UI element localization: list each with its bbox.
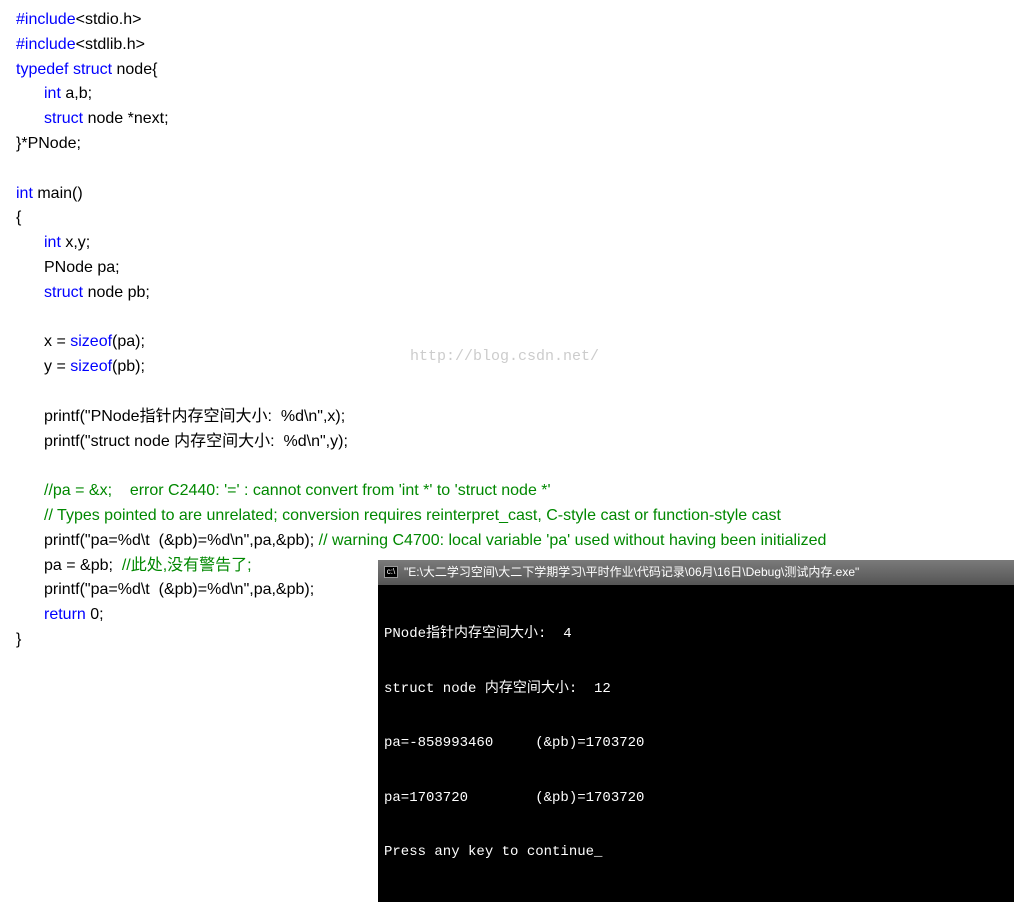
keyword-int: int [44, 234, 61, 251]
header: <stdio.h> [76, 11, 142, 28]
code-line: PNode pa; [16, 256, 998, 281]
text: main() [33, 185, 83, 202]
text: (pb); [112, 358, 145, 375]
cmd-icon: c:\ [384, 566, 398, 578]
comment: //此处,没有警告了; [122, 557, 252, 574]
console-titlebar[interactable]: c:\ "E:\大二学习空间\大二下学期学习\平时作业\代码记录\06月\16日… [378, 560, 1014, 585]
comment: // Types pointed to are unrelated; conve… [44, 507, 781, 524]
console-body: PNode指针内存空间大小: 4 struct node 内存空间大小: 12 … [378, 585, 1014, 902]
console-line: pa=-858993460 (&pb)=1703720 [384, 734, 1008, 752]
code-line: x = sizeof(pa); [16, 330, 998, 355]
code-line: int a,b; [16, 82, 998, 107]
printf-call: printf("pa=%d\t (&pb)=%d\n",pa,&pb); [44, 532, 319, 549]
console-window: c:\ "E:\大二学习空间\大二下学期学习\平时作业\代码记录\06月\16日… [378, 560, 1014, 902]
code-line: }*PNode; [16, 132, 998, 157]
code-line: { [16, 206, 998, 231]
code-line: struct node pb; [16, 281, 998, 306]
text: PNode pa; [44, 259, 120, 276]
text: x,y; [61, 234, 90, 251]
text: { [16, 209, 21, 226]
comment: //pa = &x; error C2440: '=' : cannot con… [44, 482, 551, 499]
blank-line [16, 454, 998, 479]
keyword-return: return [44, 606, 86, 623]
text: }*PNode; [16, 135, 81, 152]
console-line: Press any key to continue_ [384, 843, 1008, 861]
text: node{ [112, 61, 157, 78]
console-line: struct node 内存空间大小: 12 [384, 680, 1008, 698]
console-title: "E:\大二学习空间\大二下学期学习\平时作业\代码记录\06月\16日\Deb… [404, 563, 859, 582]
code-line: struct node *next; [16, 107, 998, 132]
text: pa = &pb; [44, 557, 122, 574]
printf-call: printf("pa=%d\t (&pb)=%d\n",pa,&pb); [44, 581, 314, 598]
console-line: PNode指针内存空间大小: 4 [384, 625, 1008, 643]
code-line: printf("pa=%d\t (&pb)=%d\n",pa,&pb); // … [16, 529, 998, 554]
keyword-int: int [44, 85, 61, 102]
blank-line [16, 157, 998, 182]
console-line: pa=1703720 (&pb)=1703720 [384, 789, 1008, 807]
code-line: int x,y; [16, 231, 998, 256]
blank-line [16, 380, 998, 405]
keyword-sizeof: sizeof [70, 358, 112, 375]
keyword-int: int [16, 185, 33, 202]
blank-line [16, 306, 998, 331]
code-line: #include<stdlib.h> [16, 33, 998, 58]
keyword-typedef: typedef [16, 61, 68, 78]
code-line: printf("PNode指针内存空间大小: %d\n",x); [16, 405, 998, 430]
preproc: #include [16, 11, 76, 28]
code-line: int main() [16, 182, 998, 207]
header: <stdlib.h> [76, 36, 145, 53]
comment: // warning C4700: local variable 'pa' us… [319, 532, 827, 549]
printf-call: printf("struct node 内存空间大小: %d\n",y); [44, 433, 348, 450]
code-line: y = sizeof(pb); [16, 355, 998, 380]
text: a,b; [61, 85, 92, 102]
keyword-sizeof: sizeof [70, 333, 112, 350]
printf-call: printf("PNode指针内存空间大小: %d\n",x); [44, 408, 345, 425]
text: 0; [86, 606, 104, 623]
code-block: #include<stdio.h> #include<stdlib.h> typ… [16, 8, 998, 653]
preproc: #include [16, 36, 76, 53]
text: y = [44, 358, 70, 375]
keyword-struct: struct [73, 61, 112, 78]
text: (pa); [112, 333, 145, 350]
code-line: // Types pointed to are unrelated; conve… [16, 504, 998, 529]
keyword-struct: struct [44, 110, 83, 127]
code-line: #include<stdio.h> [16, 8, 998, 33]
code-line: //pa = &x; error C2440: '=' : cannot con… [16, 479, 998, 504]
text: node pb; [83, 284, 150, 301]
keyword-struct: struct [44, 284, 83, 301]
code-line: typedef struct node{ [16, 58, 998, 83]
code-line: printf("struct node 内存空间大小: %d\n",y); [16, 430, 998, 455]
text: x = [44, 333, 70, 350]
text: } [16, 631, 21, 648]
text: node *next; [83, 110, 168, 127]
